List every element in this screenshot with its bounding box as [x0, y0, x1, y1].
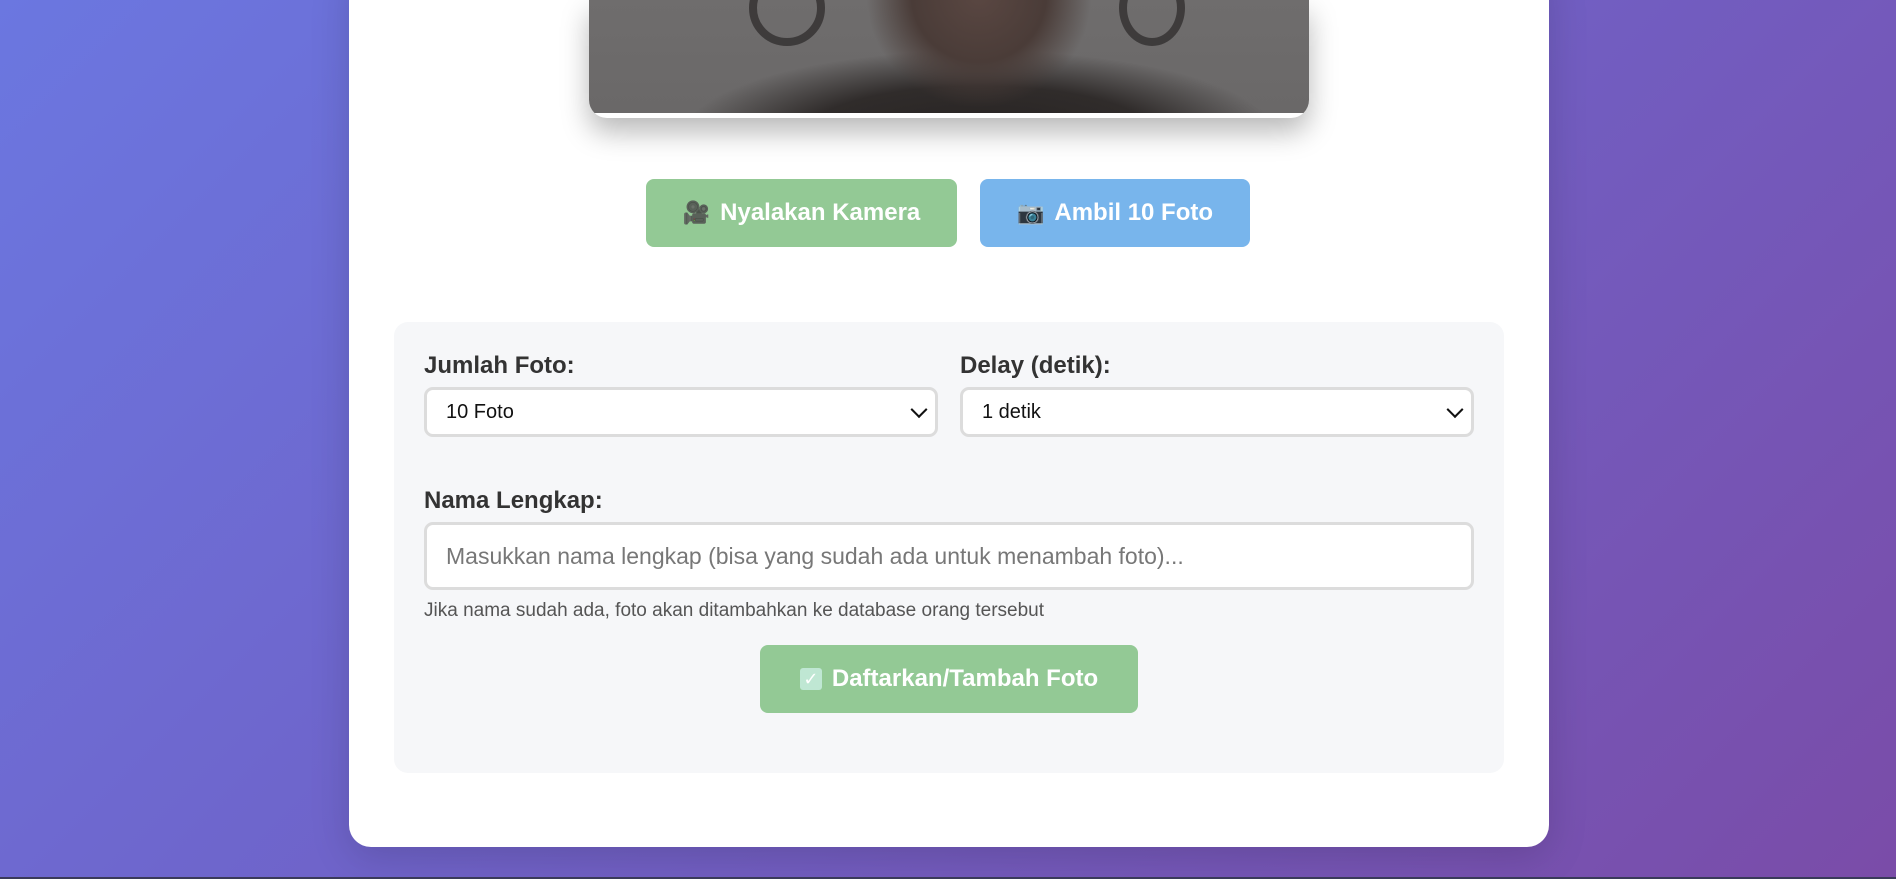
delay-value: 1 detik — [982, 400, 1041, 423]
photo-count-select[interactable]: 10 Foto — [424, 387, 938, 437]
capture-photos-label: Ambil 10 Foto — [1054, 199, 1214, 226]
camera-controls: 🎥 Nyalakan Kamera 📷 Ambil 10 Foto — [0, 179, 1896, 247]
chevron-down-icon — [910, 401, 928, 419]
register-add-photo-button[interactable]: ✓ Daftarkan/Tambah Foto — [760, 645, 1138, 713]
camera-icon: 📷 — [1016, 200, 1045, 225]
check-box-icon: ✓ — [799, 668, 822, 690]
start-camera-label: Nyalakan Kamera — [720, 199, 921, 226]
start-camera-button[interactable]: 🎥 Nyalakan Kamera — [646, 179, 957, 247]
full-name-input[interactable] — [424, 522, 1474, 590]
photo-count-label: Jumlah Foto: — [424, 352, 575, 379]
register-button-label: Daftarkan/Tambah Foto — [831, 665, 1099, 692]
chevron-down-icon — [1446, 401, 1464, 419]
name-hint-text: Jika nama sudah ada, foto akan ditambahk… — [424, 600, 1045, 621]
capture-photos-button[interactable]: 📷 Ambil 10 Foto — [980, 179, 1250, 247]
camera-preview — [589, 0, 1309, 118]
photo-count-value: 10 Foto — [446, 400, 514, 423]
delay-label: Delay (detik): — [960, 352, 1111, 379]
delay-select[interactable]: 1 detik — [960, 387, 1474, 437]
camera-video-feed — [589, 0, 1309, 113]
video-camera-icon: 🎥 — [682, 200, 711, 225]
full-name-label: Nama Lengkap: — [424, 487, 603, 514]
registration-panel: Jumlah Foto: 10 Foto Delay (detik): 1 de… — [394, 322, 1504, 773]
